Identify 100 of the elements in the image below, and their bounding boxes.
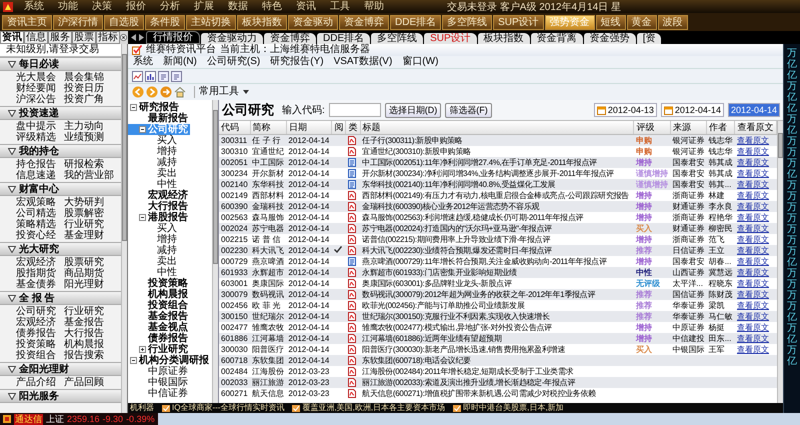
view-tab[interactable]: DDE排名 [317, 33, 370, 44]
tree-item[interactable]: 大行报告 [128, 201, 190, 212]
tree-item[interactable]: 卖出 [128, 168, 179, 179]
sidebar-link[interactable]: 公司研究 [16, 306, 64, 317]
toolbar-button[interactable]: 黄金 [626, 14, 657, 30]
collapse-icon[interactable] [8, 186, 16, 192]
sidebar-link[interactable]: 基金报告 [64, 317, 121, 328]
tree-item[interactable]: 基金报告 [128, 311, 190, 322]
menu-item[interactable]: 系统 [17, 0, 51, 13]
sidebar-link[interactable]: 股票解密 [64, 208, 121, 219]
column-header[interactable]: 日期 [286, 121, 332, 134]
view-original-link[interactable]: 查看原文 [736, 278, 769, 288]
view-tab[interactable]: 资金背离 [530, 33, 583, 44]
group-header[interactable]: 光大研究 [0, 242, 121, 256]
menu-item[interactable]: 数据 [221, 0, 255, 13]
collapse-icon[interactable] [8, 392, 16, 400]
sidebar-link[interactable]: 大势研判 [64, 197, 121, 208]
sidebar-link[interactable]: 产品回顾 [64, 377, 121, 388]
bar-chart-icon[interactable] [145, 70, 156, 82]
menu-item[interactable]: 研究报告(Y) [265, 56, 329, 68]
tree-item[interactable]: 机构分类调研报 [128, 355, 211, 366]
tree-item[interactable]: 投资组合 [128, 300, 190, 311]
menu-item[interactable]: 公司研究(S) [202, 56, 266, 68]
date-field[interactable]: 2012-04-14 [660, 103, 724, 117]
sidebar-link[interactable]: 基金债券 [16, 279, 64, 290]
view-tab[interactable]: 资金博弈 [264, 33, 316, 44]
sidebar-link[interactable]: 投资组合 [16, 350, 64, 361]
scroll-left-icon[interactable] [130, 33, 137, 42]
sidebar-link[interactable]: 机构晨报 [64, 339, 121, 350]
group-header[interactable]: 每日必读 [0, 57, 121, 71]
sidebar-link[interactable]: 主力动向 [64, 121, 121, 132]
toolbar-button[interactable]: 板块指数 [237, 14, 287, 30]
sidebar-link[interactable]: 宏观经济 [16, 317, 64, 328]
code-input[interactable] [328, 103, 381, 117]
view-tab[interactable]: 行情报价 [146, 31, 200, 44]
menu-item[interactable]: 新闻(N) [158, 56, 202, 68]
view-original-link[interactable]: 查看原文 [736, 256, 769, 266]
date-field[interactable]: 2012-04-14 [728, 103, 780, 117]
menu-item[interactable]: 报价 [119, 0, 153, 13]
toolbar-button[interactable]: 筛选器(F) [445, 102, 492, 118]
collapse-icon[interactable] [139, 126, 146, 133]
sidebar-link[interactable]: 基金理财 [64, 230, 121, 241]
sidebar-link[interactable]: 光大晨会 [16, 72, 64, 83]
view-tab[interactable]: [资 [636, 33, 662, 44]
view-tab[interactable]: 板块指数 [478, 33, 530, 44]
sidebar-link[interactable]: 产品介绍 [16, 377, 64, 388]
toolbar-button[interactable]: 条件股 [145, 14, 185, 30]
toolbar-button[interactable]: 多空阵线 [442, 14, 492, 30]
collapse-icon[interactable] [130, 104, 137, 111]
tree-item[interactable]: 卖出 [128, 256, 179, 267]
view-tab[interactable]: SUP设计 [424, 33, 477, 44]
expand-icon[interactable] [139, 346, 146, 353]
tree-item[interactable]: 减持 [128, 157, 179, 168]
tree-item[interactable]: 减持 [128, 245, 179, 256]
sidebar-link[interactable]: 财经要闻 [16, 83, 64, 94]
tree-item[interactable]: 中银国际 [128, 377, 190, 388]
tree-item[interactable]: 债券报告 [128, 333, 190, 344]
sidebar-link[interactable]: 股指期货 [16, 268, 64, 279]
column-header[interactable]: 作者 [706, 121, 735, 134]
sidebar-link[interactable]: 评级精选 [16, 132, 64, 143]
home-icon[interactable] [174, 86, 186, 98]
line-chart-icon[interactable] [132, 70, 143, 82]
sidebar-link[interactable]: 宏观策略 [16, 197, 64, 208]
tree-item[interactable]: 买入 [128, 223, 179, 234]
group-header[interactable]: 我的持仓 [0, 144, 121, 158]
tree-item[interactable]: 宏观经济 [128, 190, 190, 201]
tree-item[interactable]: 中性 [128, 179, 179, 190]
menu-item[interactable]: 决策 [85, 0, 119, 13]
sidebar-link[interactable]: 投资策略 [16, 339, 64, 350]
tree-item[interactable]: 中性 [128, 267, 179, 278]
sidebar-link[interactable]: 宏观经济 [16, 257, 64, 268]
tree-item[interactable]: 行业研究 [128, 344, 190, 355]
toolbar-button[interactable]: 资金博弈 [339, 14, 389, 30]
tree-item[interactable]: 港股报告 [128, 212, 190, 223]
menu-item[interactable]: 帮助 [357, 0, 391, 13]
toolbar-button[interactable]: DDE排名 [390, 14, 442, 30]
date-field[interactable]: 2012-04-13 [594, 103, 657, 117]
sidebar-link[interactable]: 投资日历 [64, 83, 121, 94]
sidebar-link[interactable]: 盘中提示 [16, 121, 64, 132]
toolbar-button[interactable]: 波段 [658, 14, 688, 30]
menu-item[interactable]: 特色 [255, 0, 289, 13]
sidebar-link[interactable]: 投资广角 [64, 94, 121, 105]
calendar-icon[interactable] [596, 106, 606, 114]
close-icon[interactable] [120, 34, 127, 41]
sidebar-link[interactable]: 商品期货 [64, 268, 121, 279]
view-original-link[interactable]: 查看原文 [736, 234, 769, 244]
menu-item[interactable]: 系统 [128, 56, 158, 68]
caret-icon[interactable] [243, 90, 249, 94]
sidebar-link[interactable]: 大行报告 [64, 328, 121, 339]
group-header[interactable]: 投资速递 [0, 106, 121, 120]
view-original-link[interactable]: 查看原文 [736, 344, 769, 354]
view-original-link[interactable]: 查看原文 [736, 300, 769, 310]
view-tab[interactable]: 资金驱动力 [201, 33, 263, 44]
column-header[interactable]: 阅 [332, 121, 346, 134]
collapse-icon[interactable] [130, 357, 137, 364]
tree-item[interactable]: 基金视点 [128, 322, 190, 333]
collapse-icon[interactable] [8, 110, 16, 116]
view-original-link[interactable]: 查看原文 [736, 190, 769, 200]
sidebar-link[interactable]: 研报检索 [64, 159, 121, 170]
panel-tab[interactable]: 信息 [24, 31, 48, 44]
